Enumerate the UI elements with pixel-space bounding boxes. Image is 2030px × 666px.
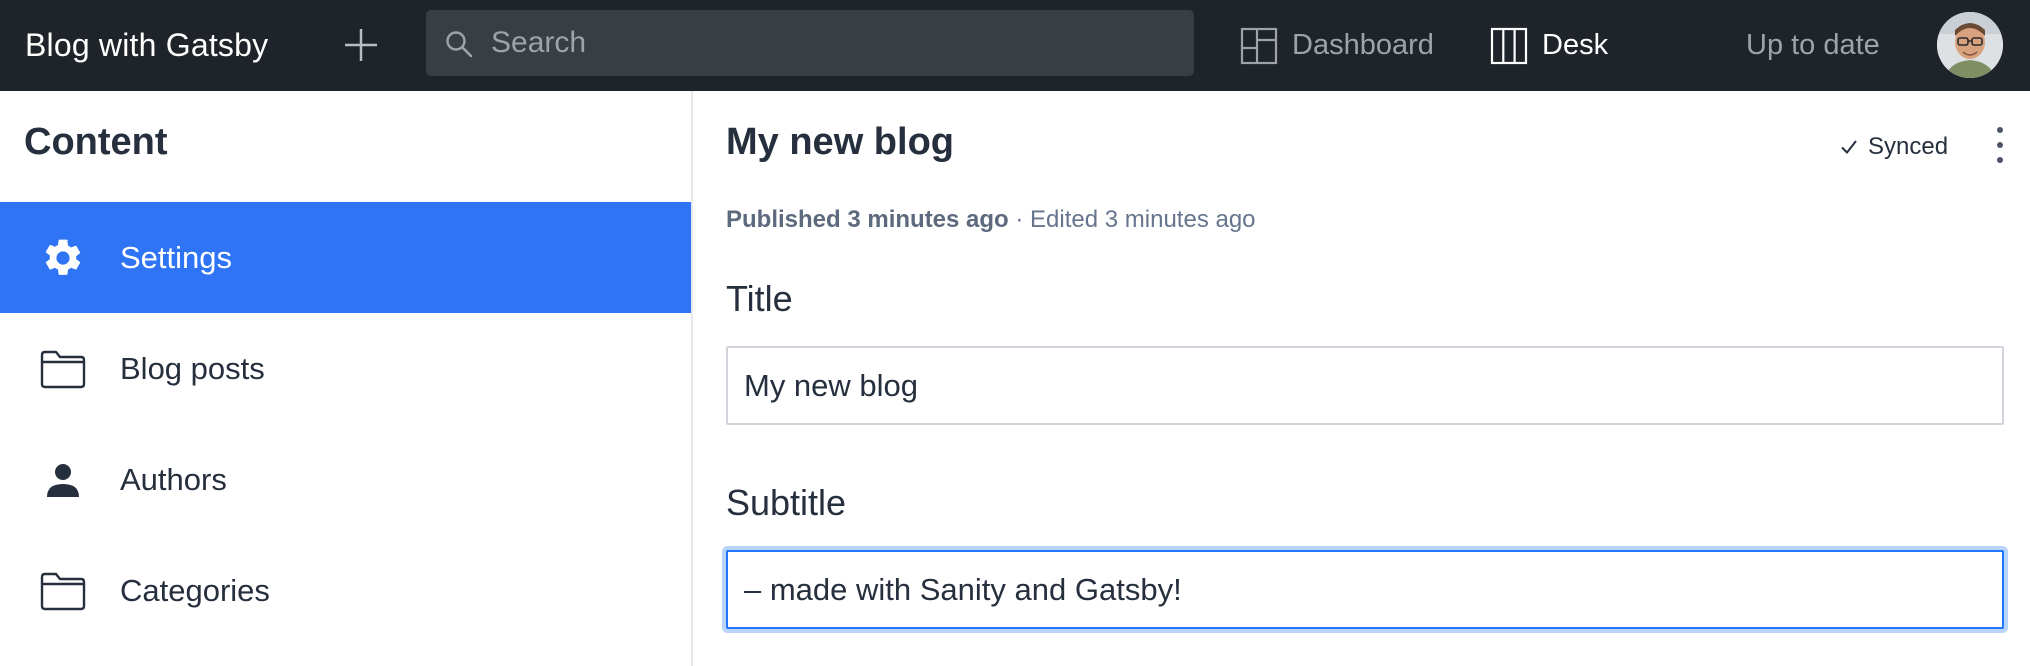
subtitle-field[interactable] — [726, 550, 2004, 629]
sync-status-text: Up to date — [1746, 29, 1880, 61]
sidebar-item-categories[interactable]: Categories — [0, 535, 691, 646]
gear-icon — [45, 239, 81, 275]
top-navbar: Blog with Gatsby Dashboard Desk Up to d — [0, 0, 2030, 91]
edited-status: Edited 3 minutes ago — [1030, 206, 1256, 233]
title-field[interactable] — [726, 346, 2004, 425]
brand-title[interactable]: Blog with Gatsby — [25, 0, 268, 91]
plus-icon — [345, 29, 377, 61]
subtitle-field-label: Subtitle — [726, 482, 847, 523]
document-title: My new blog — [726, 121, 954, 163]
synced-indicator: Synced — [1838, 133, 1948, 161]
sidebar-item-authors[interactable]: Authors — [0, 424, 691, 535]
sidebar-item-settings[interactable]: Settings — [0, 202, 691, 313]
folder-icon — [40, 350, 86, 389]
avatar-image — [1937, 12, 2003, 78]
sidebar-item-label: Authors — [120, 461, 227, 497]
dashboard-icon — [1240, 27, 1278, 64]
search-input[interactable] — [491, 10, 1181, 76]
meta-separator: · — [1008, 206, 1031, 233]
sidebar-item-label: Categories — [120, 572, 270, 608]
nav-dashboard[interactable]: Dashboard — [1240, 0, 1434, 91]
title-field-label: Title — [726, 278, 793, 319]
nav-dashboard-label: Dashboard — [1292, 29, 1434, 61]
search-bar — [426, 10, 1194, 76]
content-sidebar: Content Settings Blog posts Authors Cate… — [0, 91, 693, 666]
person-icon — [47, 464, 79, 497]
user-avatar[interactable] — [1937, 12, 2003, 78]
synced-label: Synced — [1868, 133, 1949, 160]
sidebar-item-label: Settings — [120, 239, 233, 275]
document-editor: My new blog Synced Published 3 minutes a… — [693, 91, 2030, 666]
document-meta: Published 3 minutes ago · Edited 3 minut… — [726, 206, 1256, 234]
search-icon — [446, 31, 473, 58]
sidebar-item-blog-posts[interactable]: Blog posts — [0, 313, 691, 424]
sidebar-title: Content — [24, 121, 168, 163]
more-options-icon[interactable] — [1990, 127, 2010, 163]
folder-icon — [40, 572, 86, 611]
nav-desk[interactable]: Desk — [1490, 0, 1608, 91]
desk-columns-icon — [1490, 27, 1528, 64]
create-new-button[interactable] — [340, 24, 382, 66]
check-icon — [1841, 140, 1857, 155]
published-status: Published 3 minutes ago — [726, 206, 1009, 233]
nav-desk-label: Desk — [1542, 29, 1609, 61]
sidebar-item-label: Blog posts — [120, 350, 265, 386]
